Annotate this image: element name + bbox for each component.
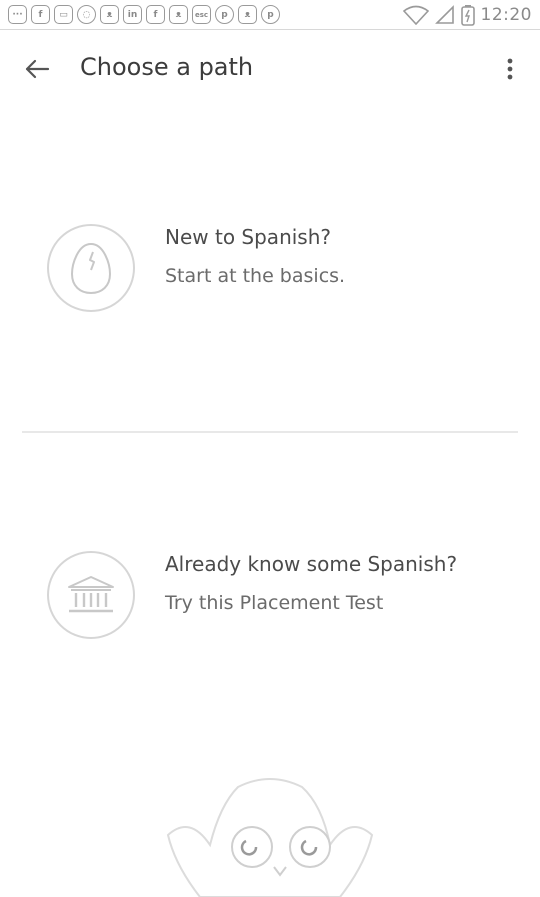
signal-icon [434,4,454,24]
message-icon: ▭ [54,5,73,24]
battery-icon [460,4,475,26]
arrow-left-icon [25,59,50,79]
pinterest-icon: p [215,5,234,24]
institution-icon [68,576,114,613]
egg-icon [70,242,112,295]
wifi-icon [402,5,429,25]
pinterest-icon: p [261,5,280,24]
overflow-menu-button[interactable] [498,54,522,84]
cat-icon: ᴥ [100,5,119,24]
option-title: New to Spanish? [165,225,332,249]
option-title: Already know some Spanish? [165,552,458,576]
option-subtitle: Start at the basics. [165,265,346,287]
notification-icons: ··· f ▭ ◌ ᴥ in f ᴥ esc p ᴥ p [8,5,280,24]
egg-icon-circle [47,224,135,312]
facebook-icon: f [31,5,50,24]
back-button[interactable] [22,54,52,84]
system-indicators: 12:20 [402,4,533,26]
option-subtitle: Try this Placement Test [165,592,384,614]
clock-time: 12:20 [480,4,532,25]
more-notifications-icon: ··· [8,5,27,24]
institution-icon-circle [47,551,135,639]
status-bar: ··· f ▭ ◌ ᴥ in f ᴥ esc p ᴥ p 12:20 [0,0,540,30]
more-vertical-icon [507,58,513,80]
cat-icon: ᴥ [169,5,188,24]
facebook-icon: f [146,5,165,24]
owl-mascot-icon [166,778,374,897]
page-title: Choose a path [80,53,254,81]
chat-icon: ◌ [77,5,96,24]
esc-icon: esc [192,5,211,24]
divider [22,431,518,433]
cat-icon: ᴥ [238,5,257,24]
option-placement-test[interactable]: Already know some Spanish? Try this Plac… [0,535,540,655]
app-bar: Choose a path [0,40,540,98]
option-new-to-spanish[interactable]: New to Spanish? Start at the basics. [0,208,540,328]
linkedin-icon: in [123,5,142,24]
